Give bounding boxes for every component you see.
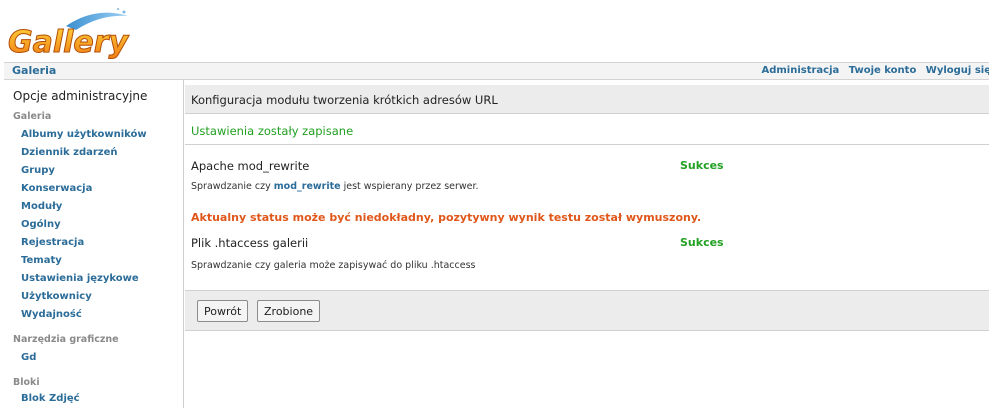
page-header: Konfiguracja modułu tworzenia krótkich a… xyxy=(185,85,989,114)
sidebar-item-dziennik[interactable]: Dziennik zdarzeń xyxy=(21,147,118,158)
test-name-htaccess: Plik .htaccess galerii xyxy=(191,236,309,250)
logo-text: Gallery xyxy=(8,25,130,60)
desc-post: jest wspierany przez serwer. xyxy=(340,181,479,192)
top-links: Administracja Twoje konto Wyloguj się xyxy=(755,65,989,76)
sidebar: Opcje administracyjne Galeria Albumy uży… xyxy=(4,80,184,408)
gallery-logo-image: Gallery xyxy=(8,8,130,61)
sidebar-item-konserwacja[interactable]: Konserwacja xyxy=(21,183,92,194)
sidebar-item-blok-zdjec[interactable]: Blok Zdjęć xyxy=(21,393,80,404)
breadcrumb-galeria[interactable]: Galeria xyxy=(12,64,56,77)
sidebar-item-tematy[interactable]: Tematy xyxy=(21,255,62,266)
sidebar-item-wydajnosc[interactable]: Wydajność xyxy=(21,309,82,320)
test-name-mod-rewrite: Apache mod_rewrite xyxy=(191,159,310,173)
sidebar-group-narzedzia: Narzędzia graficzne xyxy=(13,334,119,345)
sidebar-item-uzytkownicy[interactable]: Użytkownicy xyxy=(21,291,92,302)
saved-message: Ustawienia zostały zapisane xyxy=(191,124,354,138)
page-title: Konfiguracja modułu tworzenia krótkich a… xyxy=(191,93,498,107)
main-content: Konfiguracja modułu tworzenia krótkich a… xyxy=(185,80,989,408)
sidebar-group-bloki: Bloki xyxy=(13,377,40,388)
sidebar-item-rejestracja[interactable]: Rejestracja xyxy=(21,237,84,248)
desc-highlight: mod_rewrite xyxy=(273,181,341,192)
back-button[interactable]: Powrót xyxy=(197,300,249,322)
sidebar-item-ogolny[interactable]: Ogólny xyxy=(21,219,61,230)
test-status-htaccess: Sukces xyxy=(680,236,724,249)
sidebar-item-albumy[interactable]: Albumy użytkowników xyxy=(21,129,147,140)
sidebar-title: Opcje administracyjne xyxy=(13,89,148,103)
top-bar: Galeria Administracja Twoje konto Wylogu… xyxy=(4,62,989,80)
sidebar-group-galeria: Galeria xyxy=(13,111,52,122)
link-wyloguj[interactable]: Wyloguj się xyxy=(926,65,989,76)
warning-message: Aktualny status może być niedokładny, po… xyxy=(191,211,702,224)
link-administracja[interactable]: Administracja xyxy=(761,65,839,76)
saved-message-box: Ustawienia zostały zapisane xyxy=(185,115,989,145)
test-desc-htaccess: Sprawdzanie czy galeria może zapisywać d… xyxy=(191,260,476,271)
sidebar-item-grupy[interactable]: Grupy xyxy=(21,165,55,176)
sidebar-item-moduly[interactable]: Moduły xyxy=(21,201,62,212)
button-bar: Powrót Zrobione xyxy=(185,290,989,331)
test-status-mod-rewrite: Sukces xyxy=(680,159,724,172)
sidebar-item-gd[interactable]: Gd xyxy=(21,352,36,363)
gallery-logo[interactable]: Gallery xyxy=(6,6,136,62)
test-desc-mod-rewrite: Sprawdzanie czy mod_rewrite jest wspiera… xyxy=(191,181,479,192)
sidebar-item-ustawienia-jezykowe[interactable]: Ustawienia językowe xyxy=(21,273,139,284)
done-button[interactable]: Zrobione xyxy=(257,300,321,322)
link-twoje-konto[interactable]: Twoje konto xyxy=(849,65,917,76)
desc-pre: Sprawdzanie czy xyxy=(191,181,274,192)
